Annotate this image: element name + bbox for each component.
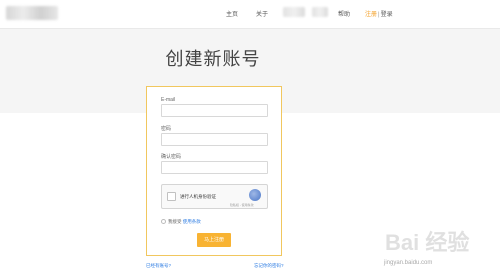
forgot-password-link[interactable]: 忘记你的密码? (254, 263, 284, 269)
captcha-logo-icon (249, 189, 261, 201)
confirm-password-field[interactable] (161, 161, 268, 174)
captcha-widget: 进行人机身份验证 隐私权 - 使用条款 (161, 184, 268, 209)
agree-terms-row: 我接受 使用条款 (161, 219, 201, 225)
agree-text: 我接受 (168, 219, 182, 224)
captcha-label: 进行人机身份验证 (180, 194, 216, 199)
email-label: E-mail (161, 97, 176, 103)
register-submit-button[interactable]: 马上注册 (197, 233, 231, 247)
nav-home-link[interactable]: 主页 (226, 9, 238, 18)
top-nav-bar: 主页 关于 帮助 注册|登录 (0, 0, 500, 29)
password-label: 密码 (161, 126, 172, 132)
nav-blurred-link[interactable] (312, 7, 328, 17)
signup-form: E-mail 密码 确认密码 进行人机身份验证 隐私权 - 使用条款 我接受 使… (146, 86, 282, 256)
nav-auth-links: 注册|登录 (365, 9, 393, 18)
nav-about-link[interactable]: 关于 (256, 9, 268, 18)
captcha-checkbox[interactable] (167, 192, 176, 201)
site-logo[interactable] (6, 6, 58, 20)
nav-register-link[interactable]: 注册 (365, 12, 377, 18)
have-account-link[interactable]: 已经有账号? (146, 263, 171, 269)
nav-login-link[interactable]: 登录 (381, 12, 393, 18)
nav-help-link[interactable]: 帮助 (338, 9, 350, 18)
agree-radio[interactable] (161, 219, 166, 225)
watermark-url: jingyan.baidu.com (384, 260, 433, 266)
watermark-brand: Bai 经验 (385, 230, 469, 255)
email-field[interactable] (161, 104, 268, 117)
confirm-password-label: 确认密码 (161, 154, 182, 160)
captcha-meta-text[interactable]: 隐私权 - 使用条款 (230, 203, 254, 207)
nav-blurred-link[interactable] (283, 7, 305, 17)
terms-link[interactable]: 使用条款 (183, 219, 201, 224)
password-field[interactable] (161, 133, 268, 146)
page-title: 创建新账号 (165, 49, 261, 69)
